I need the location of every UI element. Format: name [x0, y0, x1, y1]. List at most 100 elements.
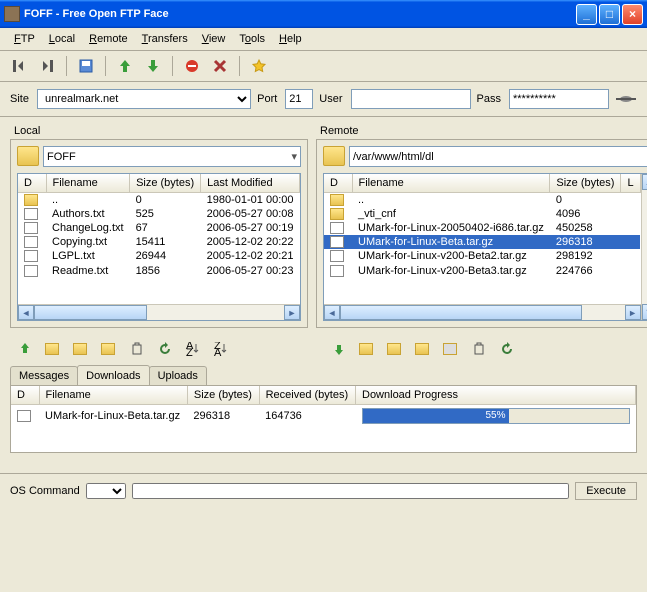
table-row[interactable]: UMark-for-Linux-v200-Beta2.tar.gz298192	[324, 249, 640, 263]
open-folder-icon[interactable]	[42, 338, 64, 360]
tab-uploads[interactable]: Uploads	[149, 366, 207, 385]
minimize-button[interactable]: _	[576, 4, 597, 25]
disconnect-icon[interactable]	[36, 55, 58, 77]
table-row[interactable]: ChangeLog.txt672006-05-27 00:19	[18, 221, 300, 235]
tab-downloads[interactable]: Downloads	[77, 365, 149, 385]
table-row[interactable]: UMark-for-Linux-Beta.tar.gz296318	[324, 235, 640, 249]
local-path-select[interactable]: FOFF▾	[43, 146, 301, 167]
col-modified[interactable]: Last Modified	[201, 174, 300, 193]
refresh-icon[interactable]	[154, 338, 176, 360]
remote-vscroll[interactable]: ▲▼	[641, 174, 647, 320]
menu-help[interactable]: Help	[273, 31, 308, 47]
table-row[interactable]: Copying.txt154112005-12-02 20:22	[18, 235, 300, 249]
local-upload-icon[interactable]	[14, 338, 36, 360]
rename-icon[interactable]	[98, 338, 120, 360]
pass-input[interactable]	[509, 89, 609, 109]
col-received[interactable]: Received (bytes)	[259, 386, 355, 405]
menu-tools[interactable]: Tools	[233, 31, 271, 47]
go-connect-icon[interactable]	[615, 88, 637, 110]
col-l[interactable]: L	[621, 174, 640, 193]
close-button[interactable]: ×	[622, 4, 643, 25]
col-d[interactable]: D	[11, 386, 39, 405]
open-folder-icon[interactable]	[356, 338, 378, 360]
user-input[interactable]	[351, 89, 471, 109]
col-filename[interactable]: Filename	[352, 174, 550, 193]
download-icon[interactable]	[142, 55, 164, 77]
menu-ftp[interactable]: FTP	[8, 31, 41, 47]
refresh-icon[interactable]	[496, 338, 518, 360]
progress-bar: 55%	[362, 408, 630, 424]
menubar: FTP Local Remote Transfers View Tools He…	[0, 28, 647, 51]
col-size[interactable]: Size (bytes)	[187, 386, 259, 405]
table-row[interactable]: UMark-for-Linux-v200-Beta3.tar.gz224766	[324, 263, 640, 277]
save-icon[interactable]	[75, 55, 97, 77]
sort-za-icon[interactable]: ZA	[210, 338, 232, 360]
sort-az-icon[interactable]: AZ	[182, 338, 204, 360]
new-folder-icon[interactable]	[70, 338, 92, 360]
menu-transfers[interactable]: Transfers	[136, 31, 194, 47]
col-d[interactable]: D	[18, 174, 46, 193]
local-pane: Local FOFF▾ D Filename Size (bytes) Last…	[10, 125, 308, 328]
remote-path-select[interactable]: /var/www/html/dl▾	[349, 146, 647, 167]
port-input[interactable]	[285, 89, 313, 109]
table-row[interactable]: UMark-for-Linux-Beta.tar.gz2963181647365…	[11, 405, 636, 428]
col-progress[interactable]: Download Progress	[356, 386, 636, 405]
rename-icon[interactable]	[412, 338, 434, 360]
file-icon	[330, 265, 344, 277]
menu-remote[interactable]: Remote	[83, 31, 134, 47]
tab-messages[interactable]: Messages	[10, 366, 78, 385]
file-icon	[24, 236, 38, 248]
folder-icon	[330, 194, 344, 206]
remote-folder-icon[interactable]	[323, 146, 345, 166]
folder-icon	[330, 208, 344, 220]
menu-view[interactable]: View	[196, 31, 232, 47]
file-icon	[330, 222, 344, 234]
table-row[interactable]: Authors.txt5252006-05-27 00:08	[18, 207, 300, 221]
pass-label: Pass	[477, 93, 501, 105]
col-size[interactable]: Size (bytes)	[130, 174, 201, 193]
favorite-icon[interactable]	[248, 55, 270, 77]
table-row[interactable]: UMark-for-Linux-20050402-i686.tar.gz4502…	[324, 221, 640, 235]
table-row[interactable]: Readme.txt18562006-05-27 00:23	[18, 263, 300, 277]
execute-button[interactable]: Execute	[575, 482, 637, 500]
menu-local[interactable]: Local	[43, 31, 81, 47]
col-size[interactable]: Size (bytes)	[550, 174, 621, 193]
file-icon	[24, 250, 38, 262]
local-hscroll[interactable]: ◄►	[18, 304, 300, 320]
site-select[interactable]: unrealmark.net	[37, 89, 251, 109]
remote-download-icon[interactable]	[328, 338, 350, 360]
permissions-icon[interactable]	[440, 338, 462, 360]
table-row[interactable]: ..01980-01-01 00:00	[18, 193, 300, 208]
table-row[interactable]: ..0	[324, 193, 640, 208]
downloads-panel: D Filename Size (bytes) Received (bytes)…	[10, 385, 637, 453]
file-icon	[24, 265, 38, 277]
col-d[interactable]: D	[324, 174, 352, 193]
trash-icon[interactable]	[468, 338, 490, 360]
toolbar	[0, 51, 647, 82]
command-input[interactable]	[132, 483, 570, 499]
col-filename[interactable]: Filename	[39, 386, 187, 405]
stop-icon[interactable]	[181, 55, 203, 77]
file-icon	[24, 208, 38, 220]
remote-hscroll[interactable]: ◄►	[324, 304, 641, 320]
trash-icon[interactable]	[126, 338, 148, 360]
file-icon	[330, 250, 344, 262]
upload-icon[interactable]	[114, 55, 136, 77]
remote-label: Remote	[316, 125, 647, 137]
local-file-list[interactable]: D Filename Size (bytes) Last Modified ..…	[17, 173, 301, 321]
site-label: Site	[10, 93, 29, 105]
local-folder-icon[interactable]	[17, 146, 39, 166]
table-row[interactable]: LGPL.txt269442005-12-02 20:21	[18, 249, 300, 263]
remote-file-list[interactable]: D Filename Size (bytes) L ..0_vti_cnf409…	[323, 173, 647, 321]
window-title: FOFF - Free Open FTP Face	[24, 8, 576, 20]
table-row[interactable]: _vti_cnf4096	[324, 207, 640, 221]
svg-text:Z: Z	[186, 347, 193, 356]
col-filename[interactable]: Filename	[46, 174, 130, 193]
os-command-select[interactable]	[86, 483, 126, 499]
connect-icon[interactable]	[8, 55, 30, 77]
svg-text:A: A	[214, 347, 222, 356]
delete-icon[interactable]	[209, 55, 231, 77]
new-folder-icon[interactable]	[384, 338, 406, 360]
maximize-button[interactable]: □	[599, 4, 620, 25]
user-label: User	[319, 93, 342, 105]
